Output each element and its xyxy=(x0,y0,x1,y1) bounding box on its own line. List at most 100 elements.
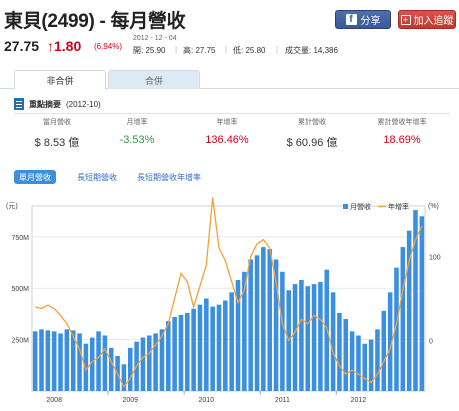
revenue-bar xyxy=(127,347,133,391)
price-change-percent: (6.94%) xyxy=(94,42,123,51)
tab-long-short-yoy[interactable]: 長短期營收年增率 xyxy=(137,170,201,184)
revenue-bar xyxy=(223,300,228,391)
revenue-bar xyxy=(299,280,304,391)
revenue-bar xyxy=(381,310,387,391)
metric-value: $ 60.96 億 xyxy=(286,137,338,149)
revenue-bar xyxy=(51,331,57,391)
metric-label: 當月營收 xyxy=(43,119,71,126)
open-price: 開: 25.90 xyxy=(133,46,166,55)
revenue-bar xyxy=(77,333,82,391)
revenue-chart: 250M 500M 750M 0 100 (元) (%) 2008 2009 2010 2011 20… xyxy=(6,197,441,404)
metric-cumulative-revenue: 累計營收 $ 60.96 億 xyxy=(269,114,355,150)
separator: | xyxy=(175,45,178,54)
document-icon xyxy=(14,98,24,110)
revenue-bar xyxy=(96,331,101,391)
summary-title: 重點摘要 xyxy=(29,99,61,109)
low-price: 低: 25.80 xyxy=(233,46,266,55)
revenue-bar xyxy=(191,308,196,391)
legend-bar-swatch xyxy=(343,204,348,209)
revenue-bar xyxy=(330,292,336,391)
revenue-bar xyxy=(216,304,222,391)
x-tick-label: 2011 xyxy=(275,397,290,404)
tab-monthly-revenue[interactable]: 單月營收 xyxy=(14,170,56,184)
tab-consolidated[interactable]: 合併 xyxy=(108,70,200,89)
revenue-bar xyxy=(254,255,260,391)
quote-date: 2012 - 12 - 04 xyxy=(133,35,177,42)
metric-label: 累計營收年增率 xyxy=(377,119,427,126)
revenue-bar xyxy=(204,298,209,391)
revenue-bar xyxy=(140,337,146,391)
x-tick-label: 2012 xyxy=(351,397,367,404)
metric-label: 月增率 xyxy=(126,119,148,126)
quote-row: 27.75 ↑1.80 (6.94%) 2012 - 12 - 04 開: 25… xyxy=(0,34,459,62)
revenue-bar xyxy=(311,284,317,391)
x-tick-label: 2009 xyxy=(122,397,138,404)
revenue-bar xyxy=(146,335,152,391)
price-change-value: 1.80 xyxy=(54,38,82,54)
high-price: 高: 27.75 xyxy=(183,46,216,55)
share-label: 分享 xyxy=(360,16,381,27)
revenue-bar xyxy=(102,335,108,391)
volume: 成交量: 14,386 xyxy=(285,46,338,55)
price-change: ↑1.80 xyxy=(47,38,81,54)
metric-mom: 月增率 -3.53% xyxy=(94,114,180,146)
metric-value: 136.46% xyxy=(205,134,249,146)
legend-line-label: 年增率 xyxy=(388,202,409,211)
track-label: 加入追蹤 xyxy=(413,16,454,27)
plus-icon: + xyxy=(400,14,411,25)
revenue-bar xyxy=(362,343,368,391)
metric-label: 年增率 xyxy=(216,119,238,126)
stock-price: 27.75 xyxy=(4,38,40,54)
page-title: 東貝(2499) - 每月營收 xyxy=(4,11,186,32)
revenue-bar xyxy=(292,284,298,391)
revenue-bar xyxy=(45,330,51,391)
right-axis-unit: (%) xyxy=(428,203,439,210)
revenue-bar xyxy=(172,317,177,391)
revenue-bar xyxy=(229,292,234,391)
revenue-bar xyxy=(318,282,323,391)
revenue-bar xyxy=(375,329,380,391)
revenue-bar xyxy=(32,331,38,391)
revenue-bar xyxy=(166,321,171,391)
left-tick-label: 500M xyxy=(11,286,29,293)
tab-long-short-revenue[interactable]: 長短期營收 xyxy=(77,170,117,184)
revenue-bar xyxy=(58,333,63,391)
summary-metrics: 當月營收 $ 8.53 億 月增率 -3.53% 年增率 136.46% 累計營… xyxy=(14,113,450,153)
summary-period: (2012-10) xyxy=(66,99,101,109)
revenue-bar xyxy=(178,314,184,391)
x-tick-label: 2008 xyxy=(46,397,62,404)
tab-non-consolidated[interactable]: 非合併 xyxy=(14,70,106,90)
revenue-bar xyxy=(337,312,342,391)
revenue-bar xyxy=(248,259,253,391)
revenue-bar xyxy=(343,319,349,391)
facebook-icon: f xyxy=(345,14,357,25)
metric-yoy: 年增率 136.46% xyxy=(184,114,270,146)
revenue-bar xyxy=(356,335,361,391)
revenue-bar xyxy=(64,329,70,391)
separator: | xyxy=(225,45,228,54)
right-tick-label: 100 xyxy=(429,254,441,261)
revenue-bar xyxy=(108,347,114,391)
revenue-bar xyxy=(185,312,190,391)
revenue-bar xyxy=(210,306,215,391)
up-arrow-icon: ↑ xyxy=(47,38,54,54)
report-type-tabs: 非合併 合併 xyxy=(0,68,459,90)
revenue-bar xyxy=(305,286,311,391)
metric-value: -3.53% xyxy=(119,134,155,146)
separator: | xyxy=(276,45,279,54)
right-tick-label: 0 xyxy=(429,339,433,346)
metric-value: $ 8.53 億 xyxy=(34,137,80,149)
revenue-bar xyxy=(39,329,44,391)
revenue-bar xyxy=(419,216,425,391)
metric-label: 累計營收 xyxy=(298,119,326,126)
left-tick-label: 750M xyxy=(11,235,29,242)
summary-heading: 重點摘要 (2012-10) xyxy=(14,96,101,112)
add-to-watchlist-button[interactable]: + 加入追蹤 xyxy=(398,10,456,29)
left-tick-label: 250M xyxy=(11,338,29,345)
revenue-bar xyxy=(267,249,272,391)
legend-bar-label: 月營收 xyxy=(350,202,371,211)
revenue-bar xyxy=(400,247,406,391)
revenue-bar xyxy=(349,331,355,391)
facebook-share-button[interactable]: f 分享 xyxy=(335,10,391,29)
left-axis-unit: (元) xyxy=(6,202,18,210)
